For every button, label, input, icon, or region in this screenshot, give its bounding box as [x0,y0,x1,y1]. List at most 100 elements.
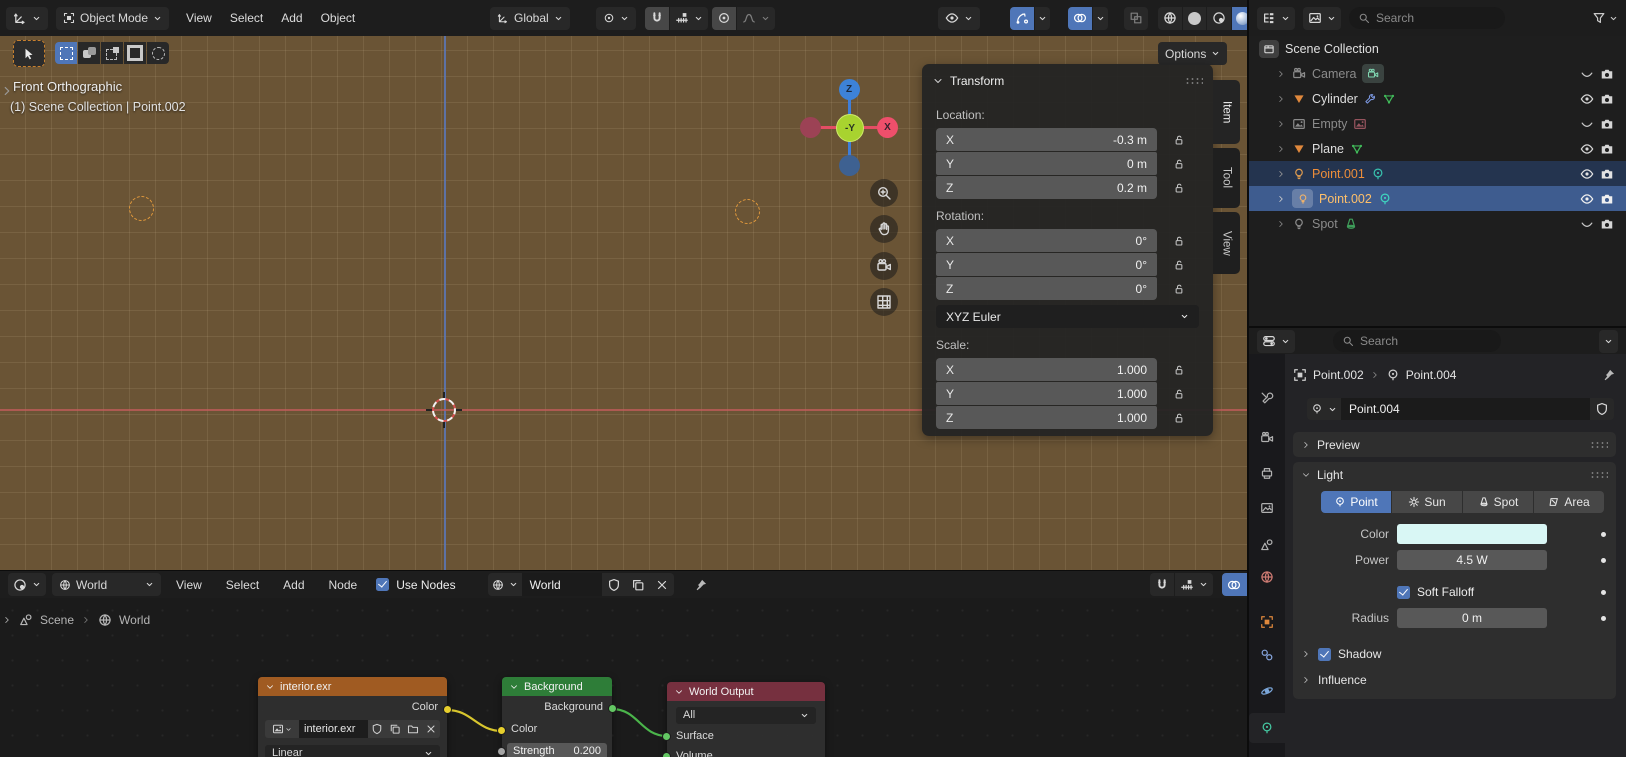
rotation-x-field[interactable]: X0° [936,229,1157,252]
panel-grip[interactable] [1590,471,1608,479]
light-type-spot[interactable]: Spot [1463,491,1533,513]
shading-wireframe-button[interactable] [1158,7,1182,30]
node-environment-texture[interactable]: interior.exr Color interior.exr Linear [258,677,447,757]
location-x-field[interactable]: X-0.3 m [936,128,1157,151]
properties-editor-type-button[interactable] [1257,330,1295,353]
output-target-select[interactable]: All [676,707,816,724]
hide-toggle-open[interactable] [1580,167,1594,181]
scale-z-field[interactable]: Z1.000 [936,406,1157,429]
properties-options-button[interactable] [1599,330,1618,353]
tab-render[interactable] [1249,423,1285,453]
render-visibility-icon[interactable] [1600,92,1614,106]
xray-toggle[interactable] [1124,7,1148,30]
outliner-row-camera[interactable]: Camera [1249,61,1626,86]
3d-viewport[interactable]: Object Mode View Select Add Object Globa… [0,0,1247,570]
node-snap-toggle[interactable] [1150,573,1174,596]
mode-select[interactable]: Object Mode [56,7,169,30]
open-image-button[interactable] [404,720,422,738]
breadcrumb-object[interactable]: Point.002 [1313,368,1364,382]
animate-dot[interactable] [1601,558,1606,563]
outliner-search-input[interactable]: Search [1349,7,1505,29]
breadcrumb-scene[interactable]: Scene [40,613,74,627]
outliner-display-mode-button[interactable] [1303,7,1341,30]
image-name-field[interactable]: interior.exr [299,720,368,738]
rotation-mode-select[interactable]: XYZ Euler [936,305,1199,328]
expand-icon[interactable] [1301,649,1311,659]
tab-physics[interactable] [1249,676,1285,706]
render-visibility-icon[interactable] [1600,142,1614,156]
outliner-editor-type-button[interactable] [1257,7,1295,30]
select-mode-set[interactable] [55,42,77,64]
interpolation-select[interactable]: Linear [265,745,440,757]
outliner-row-point001[interactable]: Point.001 [1249,161,1626,186]
render-visibility-icon[interactable] [1600,67,1614,81]
hide-toggle-closed[interactable] [1580,217,1594,231]
socket-strength-input[interactable] [497,747,506,756]
power-field[interactable]: 4.5 W [1397,550,1547,570]
expand-icon[interactable] [1276,119,1286,129]
tab-object[interactable] [1249,607,1285,637]
overlays-toggle[interactable] [1068,7,1092,30]
overlays-dropdown[interactable] [1093,7,1108,30]
expand-icon[interactable] [1276,194,1286,204]
rotation-z-field[interactable]: Z0° [936,277,1157,300]
light-type-sun[interactable]: Sun [1392,491,1462,513]
collapse-icon[interactable] [674,687,684,697]
expand-icon[interactable] [1301,675,1311,685]
lock-icon[interactable] [1173,364,1185,376]
gizmo-axis-neg-x[interactable] [800,117,821,138]
animate-dot[interactable] [1601,590,1606,595]
pan-hand-button[interactable] [870,215,898,243]
gizmos-toggle[interactable] [1010,7,1034,30]
shadow-subpanel[interactable]: Shadow [1338,647,1381,661]
scale-y-field[interactable]: Y1.000 [936,382,1157,405]
tab-tool[interactable] [1249,383,1285,413]
light-type-area[interactable]: Area [1534,491,1604,513]
panel-title[interactable]: Transform [950,74,1004,88]
image-browse-button[interactable] [265,720,299,738]
world-name-field[interactable]: World [522,573,602,596]
gizmos-dropdown[interactable] [1035,7,1050,30]
collapse-icon[interactable] [1301,470,1311,480]
expand-icon[interactable] [1301,440,1311,450]
render-visibility-icon[interactable] [1600,167,1614,181]
expand-icon[interactable] [1276,69,1286,79]
node-canvas[interactable]: Scene World interior.exr Color [0,598,1247,757]
shader-type-select[interactable]: World [52,573,161,596]
socket-volume-input[interactable] [662,752,671,757]
lock-icon[interactable] [1173,235,1185,247]
copy-button[interactable] [386,720,404,738]
lock-icon[interactable] [1173,388,1185,400]
proportional-editing-toggle[interactable] [712,7,736,30]
light-id-type-button[interactable] [1307,398,1341,420]
use-nodes-checkbox[interactable]: Use Nodes [376,578,455,592]
lock-icon[interactable] [1173,134,1185,146]
breadcrumb-data[interactable]: Point.004 [1406,368,1457,382]
zoom-button[interactable] [870,179,898,207]
options-button[interactable]: Options [1158,42,1227,65]
shader-menu-add[interactable]: Add [274,572,313,598]
select-mode-extend[interactable] [78,42,100,64]
socket-color-input[interactable] [497,726,506,735]
node-background[interactable]: Background Background Color Strength 0.2… [502,677,612,757]
navigation-gizmo[interactable]: Z -Y X [796,76,902,180]
world-id-type-button[interactable] [488,573,522,596]
gizmo-axis-x[interactable]: X [877,117,898,138]
transform-orientation-select[interactable]: Global [490,7,570,30]
properties-search-input[interactable]: Search [1333,330,1501,352]
tab-world[interactable] [1249,562,1285,592]
shader-menu-view[interactable]: View [167,572,211,598]
select-mode-subtract[interactable] [101,42,123,64]
unlink-button[interactable] [650,573,674,596]
panel-collapse-icon[interactable] [932,75,944,87]
sidebar-tab-view[interactable]: View [1213,212,1240,274]
expand-icon[interactable] [1276,144,1286,154]
new-copy-button[interactable] [626,573,650,596]
light-type-point[interactable]: Point [1321,491,1391,513]
visibility-select[interactable] [938,7,980,30]
animate-dot[interactable] [1601,532,1606,537]
rotation-y-field[interactable]: Y0° [936,253,1157,276]
select-mode-intersect[interactable] [147,42,169,64]
expand-icon[interactable] [1276,219,1286,229]
fake-user-shield-button[interactable] [1590,398,1614,420]
